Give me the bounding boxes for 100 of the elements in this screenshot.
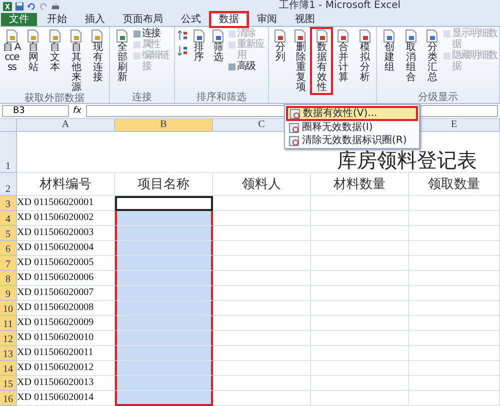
- row-header[interactable]: 16: [0, 391, 17, 406]
- function-label[interactable]: fx: [73, 106, 82, 116]
- row-header[interactable]: 12: [0, 331, 17, 346]
- selected-cell[interactable]: [115, 271, 213, 286]
- print-icon[interactable]: [51, 2, 60, 10]
- row-header[interactable]: 6: [0, 241, 17, 256]
- validation-icon: [290, 108, 300, 118]
- selected-cell[interactable]: [115, 256, 213, 271]
- document-icon: [90, 29, 104, 43]
- selected-cell[interactable]: [115, 316, 213, 331]
- ribbon-tab[interactable]: 开始: [39, 13, 75, 26]
- selected-cell[interactable]: [115, 376, 213, 391]
- ribbon-tab[interactable]: 公式: [173, 13, 209, 26]
- ribbon-tab[interactable]: 插入: [77, 13, 113, 26]
- selected-cell[interactable]: [115, 361, 213, 376]
- sort-descending-icon[interactable]: [176, 45, 188, 56]
- ribbon-button[interactable]: 模拟分析: [354, 28, 376, 84]
- ribbon-small-button[interactable]: 高级: [228, 61, 267, 72]
- row-header[interactable]: 15: [0, 376, 17, 391]
- column-header[interactable]: B: [115, 119, 213, 132]
- menu-item[interactable]: 数据有效性(V)...: [286, 106, 418, 121]
- row-header[interactable]: 10: [0, 301, 17, 316]
- ribbon-button[interactable]: 分列: [270, 28, 290, 64]
- ribbon-button[interactable]: 自 Access: [1, 28, 22, 74]
- ribbon-button[interactable]: 筛选: [208, 28, 228, 64]
- sheet-title: 库房领料登记表: [337, 150, 477, 172]
- row-header[interactable]: 3: [0, 196, 17, 211]
- column-heading-cell: 材料数量: [311, 173, 409, 196]
- row-header[interactable]: 1: [0, 132, 17, 173]
- document-icon: [314, 29, 329, 43]
- ribbon-button[interactable]: 数据有效性: [311, 28, 332, 94]
- selected-cell[interactable]: [115, 241, 213, 256]
- spreadsheet-icon: [3, 2, 12, 10]
- column-heading-cell: 材料编号: [17, 173, 115, 196]
- small-command-icon: [228, 63, 236, 71]
- group-label: 排序和筛选: [195, 93, 248, 103]
- row-header[interactable]: 5: [0, 226, 17, 241]
- ribbon-button[interactable]: 现有连接: [86, 28, 108, 84]
- undo-icon[interactable]: [27, 2, 36, 10]
- ribbon-button[interactable]: 合并计算: [332, 28, 354, 84]
- row-header[interactable]: 14: [0, 361, 17, 376]
- group-label: 连接: [131, 93, 153, 103]
- save-icon[interactable]: [15, 2, 24, 10]
- ribbon-button[interactable]: 删除重复项: [290, 28, 312, 94]
- ribbon-button[interactable]: 创建组: [378, 28, 400, 74]
- ribbon-button[interactable]: 分类汇总: [421, 28, 443, 84]
- selected-cell[interactable]: [115, 226, 213, 241]
- group-label: 获取外部数据: [24, 94, 86, 104]
- ribbon-tab[interactable]: 视图: [287, 13, 323, 26]
- document-icon: [4, 29, 19, 43]
- validation-icon: [289, 136, 299, 146]
- column-heading-cell: 领料人: [213, 173, 311, 196]
- ribbon-button[interactable]: 全部刷新: [111, 28, 133, 84]
- selected-cell[interactable]: [115, 346, 213, 361]
- selected-cell[interactable]: [115, 286, 213, 301]
- ribbon-button[interactable]: 自网站: [22, 28, 44, 74]
- selected-cell[interactable]: [115, 391, 213, 406]
- ribbon-button[interactable]: 自文本: [44, 28, 66, 74]
- row-header[interactable]: 13: [0, 346, 17, 361]
- small-command-icon: [442, 52, 451, 60]
- sort-ascending-icon[interactable]: [176, 30, 188, 41]
- document-icon: [69, 29, 84, 43]
- row-header[interactable]: 11: [0, 316, 17, 331]
- ribbon-button[interactable]: 取消组合: [400, 28, 422, 84]
- column-heading-cell: 领取数量: [409, 173, 500, 196]
- column-header[interactable]: A: [17, 119, 115, 132]
- validation-icon: [289, 122, 299, 132]
- document-icon: [336, 29, 350, 43]
- ribbon-tab[interactable]: 数据: [211, 13, 247, 26]
- document-icon: [48, 29, 62, 43]
- document-icon: [382, 29, 396, 43]
- ribbon-tab[interactable]: 审阅: [249, 13, 285, 26]
- selected-cell[interactable]: [115, 211, 213, 226]
- document-icon: [425, 29, 440, 43]
- window-title: 工作簿1 - Microsoft Excel: [279, 0, 401, 12]
- row-header[interactable]: 4: [0, 211, 17, 226]
- document-icon: [211, 29, 226, 43]
- selected-cell[interactable]: [115, 301, 213, 316]
- row-header[interactable]: 2: [0, 173, 17, 196]
- document-icon: [358, 29, 372, 43]
- ribbon-small-button[interactable]: 连接: [132, 28, 173, 39]
- document-icon: [272, 29, 287, 43]
- ribbon-tab[interactable]: 页面布局: [115, 13, 171, 26]
- document-icon: [293, 29, 308, 43]
- group-label: 分级显示: [417, 93, 460, 103]
- ribbon-button[interactable]: 排序: [188, 28, 208, 64]
- ribbon-button[interactable]: 自其他来源: [65, 28, 87, 94]
- row-header[interactable]: 8: [0, 271, 17, 286]
- name-box[interactable]: B3: [2, 105, 69, 117]
- document-icon: [26, 29, 40, 43]
- row-header[interactable]: 7: [0, 256, 17, 271]
- document-icon: [404, 29, 418, 43]
- menu-item[interactable]: 清除无效数据标识圈(R): [286, 134, 418, 147]
- document-icon: [115, 29, 130, 43]
- document-icon: [192, 29, 206, 43]
- file-tab[interactable]: 文件: [1, 13, 37, 26]
- selected-cell[interactable]: [115, 196, 213, 211]
- selected-cell[interactable]: [115, 331, 213, 346]
- row-header[interactable]: 9: [0, 286, 17, 301]
- small-command-icon: [442, 30, 451, 38]
